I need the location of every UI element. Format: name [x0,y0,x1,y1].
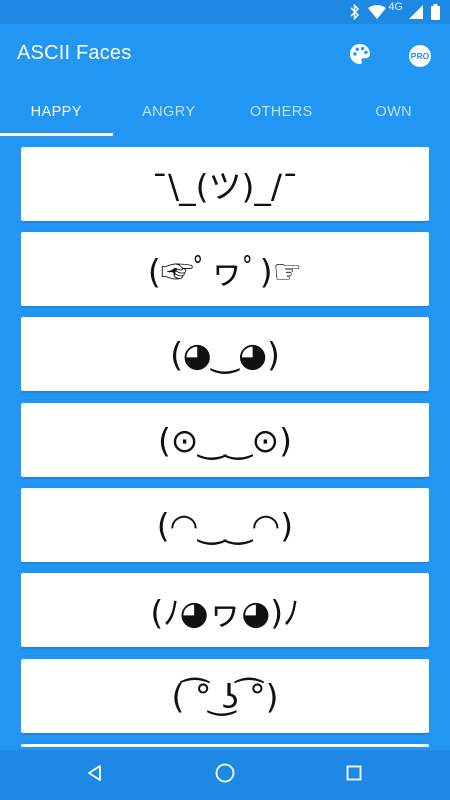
back-button[interactable] [80,760,110,790]
face-text: (◠‿‿◠) [156,505,294,545]
face-text: (ﾉ◕ヮ◕)ﾉ [150,593,300,632]
face-card-shrug[interactable]: ¯\_(ツ)_/¯ [21,147,429,221]
app-title: ASCII Faces [17,42,132,64]
tab-bar: HAPPY ANGRY OTHERS OWN [0,88,450,136]
palette-icon [349,43,371,69]
pro-badge: PRO [409,45,431,67]
face-text: ( ͡° ͜ʖ ͡°) [171,676,279,716]
pro-button[interactable]: PRO [405,41,435,71]
face-card-wide-eyes[interactable]: (⊙‿‿⊙) [21,403,429,477]
tab-happy[interactable]: HAPPY [0,88,113,136]
back-icon [85,763,105,787]
face-card-lenny[interactable]: ( ͡° ͜ʖ ͡°) [21,659,429,733]
face-text: (☞ﾟヮﾟ)☞ [147,252,303,291]
face-card-cheer[interactable]: (ﾉ◕ヮ◕)ﾉ [21,573,429,647]
network-type-label: 4G [388,1,403,13]
tab-others[interactable]: OTHERS [225,88,338,136]
recents-icon [344,763,364,787]
tab-own[interactable]: OWN [338,88,450,136]
navigation-bar [0,750,450,800]
face-text: (⊙‿‿⊙) [157,420,293,460]
status-icons: 4G [350,1,440,21]
home-icon [214,762,236,788]
face-text: (◕‿◕) [170,334,280,374]
tab-angry[interactable]: ANGRY [113,88,226,136]
home-button[interactable] [210,760,240,790]
palette-button[interactable] [345,41,375,71]
face-card-pointing[interactable]: (☞ﾟヮﾟ)☞ [21,232,429,306]
app-bar: ASCII Faces PRO [0,24,450,88]
face-card-partial[interactable] [21,744,429,747]
cell-signal-icon [409,5,423,19]
bluetooth-icon [350,4,360,20]
face-text: ¯\_(ツ)_/¯ [151,167,299,206]
wifi-icon [368,5,387,19]
active-tab-indicator [0,133,113,136]
face-list[interactable]: ¯\_(ツ)_/¯ (☞ﾟヮﾟ)☞ (◕‿◕) (⊙‿‿⊙) (◠‿‿◠) (ﾉ… [21,147,429,747]
status-bar: 4G [0,0,450,24]
face-card-smile[interactable]: (◕‿◕) [21,317,429,391]
recents-button[interactable] [339,760,369,790]
battery-icon [431,4,440,20]
face-card-happy-eyes[interactable]: (◠‿‿◠) [21,488,429,562]
